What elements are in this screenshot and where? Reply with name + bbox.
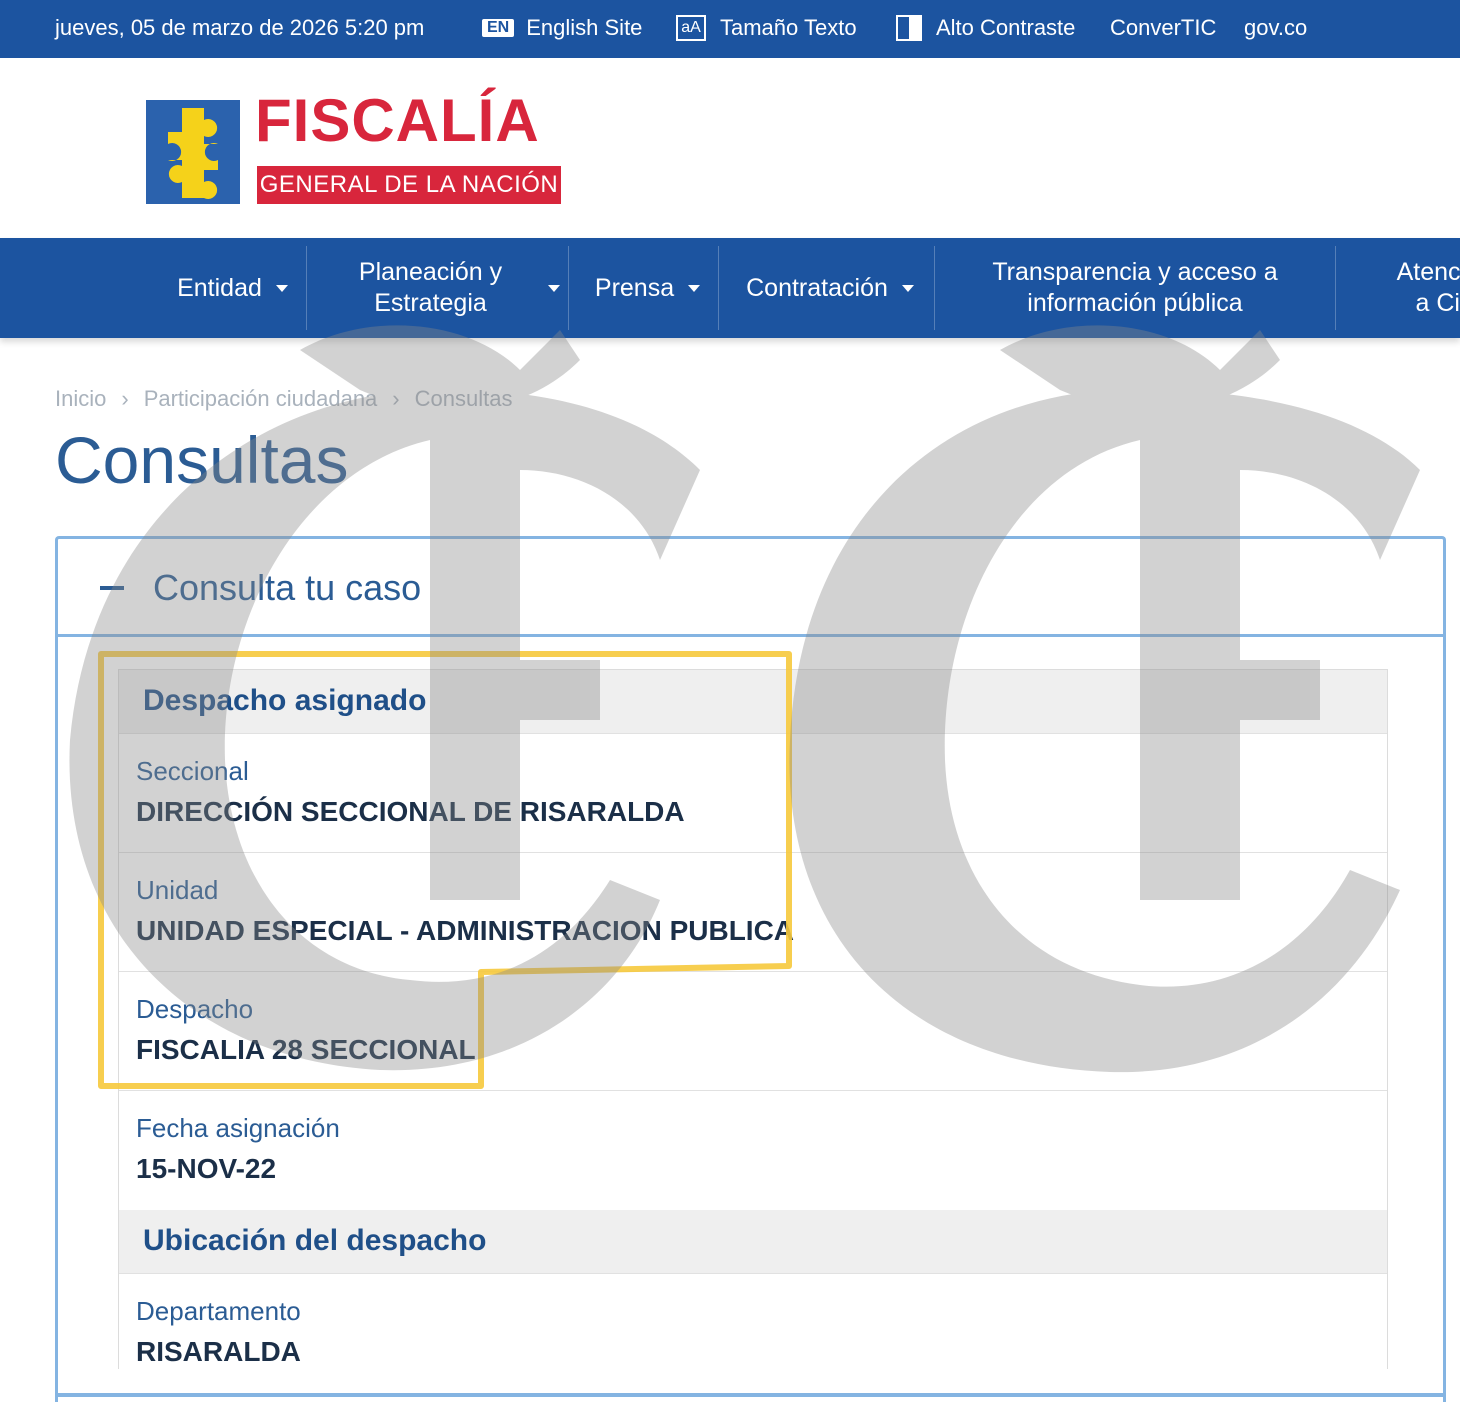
field-fecha-asignacion: Fecha asignación 15-NOV-22 — [119, 1091, 1387, 1210]
case-details-card: Despacho asignado Seccional DIRECCIÓN SE… — [118, 669, 1388, 1369]
english-site-link[interactable]: EN English Site — [482, 15, 642, 41]
logo-subtitle: GENERAL DE LA NACIÓN — [257, 166, 561, 204]
current-date: jueves, 05 de marzo de 2026 5:20 pm — [55, 15, 425, 40]
field-value: 15-NOV-22 — [136, 1153, 277, 1184]
field-label: Despacho — [136, 994, 254, 1024]
nav-label: Entidad — [177, 273, 262, 302]
nav-label-line-1: Atenció — [1396, 258, 1460, 286]
field-seccional: Seccional DIRECCIÓN SECCIONAL DE RISARAL… — [119, 734, 1387, 853]
accordion-title: Consulta tu caso — [153, 567, 422, 608]
field-value: FISCALIA 28 SECCIONAL — [136, 1034, 476, 1065]
consulta-accordion: Consulta tu caso Despacho asignado Secci… — [55, 536, 1446, 1402]
nav-label: Planeación y Estrategia — [326, 257, 536, 319]
chevron-down-icon — [275, 284, 288, 292]
puzzle-piece-icon — [168, 108, 218, 199]
nav-divider — [718, 246, 719, 330]
text-size-link[interactable]: aA Tamaño Texto — [676, 15, 857, 41]
nav-label: Contratación — [746, 273, 888, 302]
nav-divider — [934, 246, 935, 330]
text-size-icon: aA — [676, 15, 706, 41]
section-heading: Despacho asignado — [143, 684, 427, 717]
field-label: Departamento — [136, 1296, 301, 1326]
english-site-label: English Site — [526, 15, 643, 40]
field-value: UNIDAD ESPECIAL - ADMINISTRACION PUBLICA — [136, 915, 795, 946]
breadcrumb-current: Consultas — [414, 386, 513, 411]
field-value: DIRECCIÓN SECCIONAL DE RISARALDA — [136, 796, 685, 827]
nav-label: Atenció a Ci — [1397, 257, 1460, 319]
nav-item-contratacion[interactable]: Contratación — [730, 238, 930, 338]
collapse-minus-icon[interactable] — [100, 586, 124, 590]
high-contrast-link[interactable]: Alto Contraste — [896, 15, 1075, 41]
field-despacho: Despacho FISCALIA 28 SECCIONAL — [119, 972, 1387, 1091]
page-title: Consultas — [55, 423, 349, 497]
field-value: RISARALDA — [136, 1336, 301, 1367]
convertic-link[interactable]: ConverTIC — [1110, 15, 1216, 41]
govco-link[interactable]: gov.co — [1244, 15, 1307, 41]
section-despacho-asignado: Despacho asignado — [119, 670, 1387, 734]
breadcrumb-separator: › — [121, 386, 129, 411]
nav-item-transparencia[interactable]: Transparencia y acceso a información púb… — [940, 238, 1330, 338]
nav-label-line-2: a Ci — [1415, 289, 1460, 317]
breadcrumb-inicio[interactable]: Inicio — [55, 386, 106, 412]
breadcrumb-separator: › — [392, 386, 400, 411]
nav-divider — [1335, 246, 1336, 330]
nav-divider — [306, 246, 307, 330]
high-contrast-label: Alto Contraste — [936, 15, 1076, 40]
fiscalia-logo-mark[interactable] — [146, 100, 240, 204]
nav-item-atencion[interactable]: Atenció a Ci — [1360, 238, 1460, 338]
nav-label-line-1: Planeación y — [358, 258, 503, 286]
chevron-down-icon — [901, 284, 914, 292]
accordion-header[interactable]: Consulta tu caso — [58, 539, 1443, 637]
text-size-label: Tamaño Texto — [720, 15, 857, 40]
section-heading: Ubicación del despacho — [143, 1224, 487, 1257]
nav-label: Prensa — [594, 273, 675, 302]
nav-label: Transparencia y acceso a información púb… — [992, 257, 1277, 319]
chevron-down-icon — [688, 284, 701, 292]
main-navigation: Entidad Planeación y Estrategia Prensa C… — [0, 238, 1460, 338]
field-label: Seccional — [136, 756, 249, 786]
accordion-bottom-border — [55, 1393, 1446, 1397]
breadcrumb: Inicio › Participación ciudadana › Consultas — [55, 386, 512, 412]
english-flag-icon: EN — [482, 19, 515, 37]
field-unidad: Unidad UNIDAD ESPECIAL - ADMINISTRACION … — [119, 853, 1387, 972]
section-ubicacion-despacho: Ubicación del despacho — [119, 1210, 1387, 1274]
nav-item-entidad[interactable]: Entidad — [160, 238, 305, 338]
nav-label-line-2: información pública — [1027, 289, 1243, 317]
nav-label-line-1: Transparencia y acceso a — [992, 258, 1278, 286]
nav-label-line-2: Estrategia — [374, 289, 487, 317]
field-label: Fecha asignación — [136, 1113, 340, 1143]
contrast-icon — [896, 15, 922, 41]
field-label: Unidad — [136, 875, 219, 905]
breadcrumb-participacion[interactable]: Participación ciudadana — [144, 386, 378, 412]
nav-item-planeacion[interactable]: Planeación y Estrategia — [320, 238, 565, 338]
top-utility-bar: jueves, 05 de marzo de 2026 5:20 pm EN E… — [0, 0, 1460, 58]
nav-item-prensa[interactable]: Prensa — [580, 238, 715, 338]
field-departamento: Departamento RISARALDA — [119, 1274, 1387, 1369]
logo-title: FISCALÍA — [255, 87, 540, 154]
nav-divider — [568, 246, 569, 330]
chevron-down-icon — [547, 284, 560, 292]
